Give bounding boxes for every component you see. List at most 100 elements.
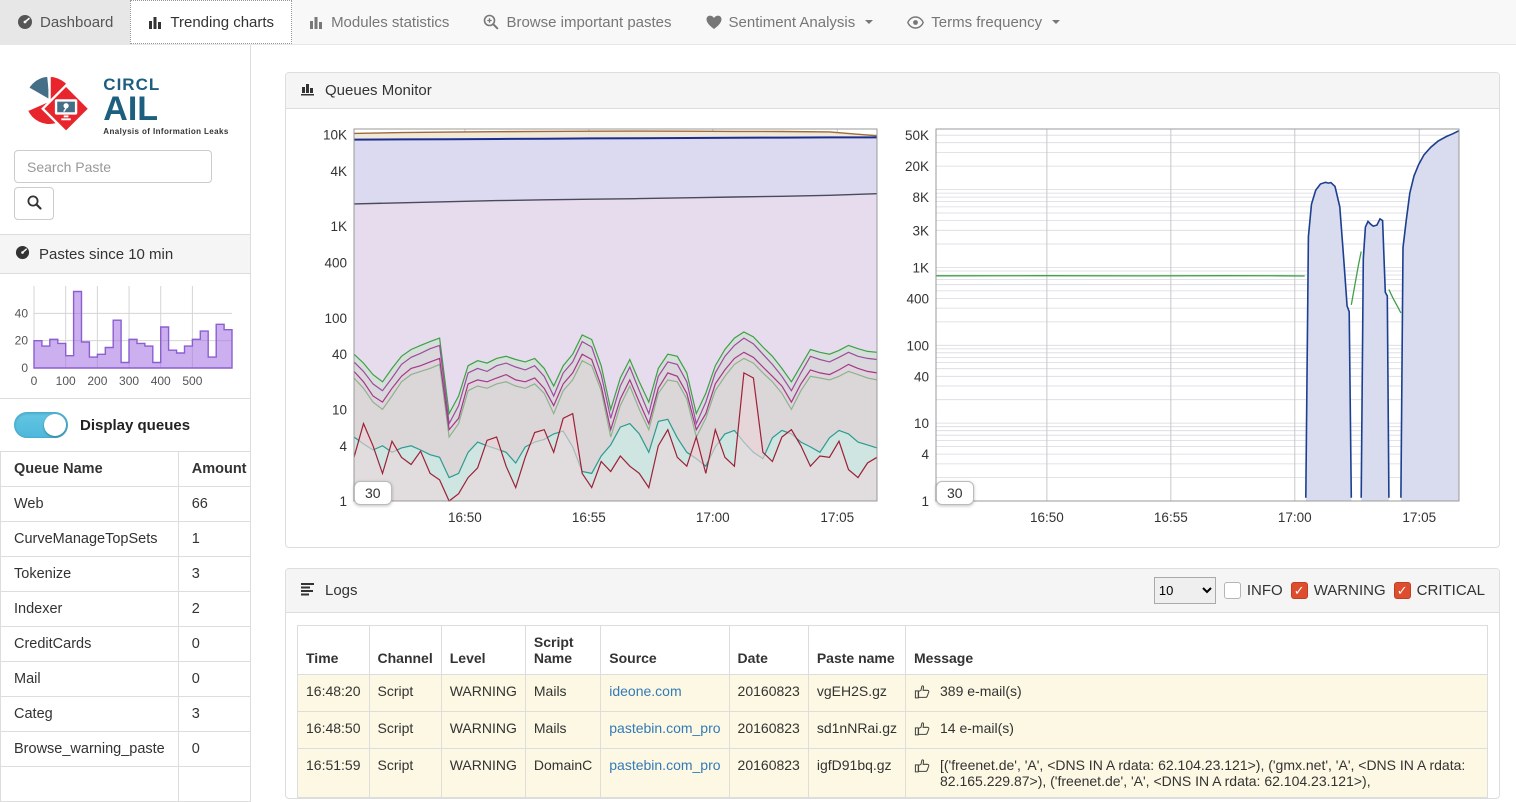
svg-text:100: 100 — [324, 311, 347, 326]
svg-text:16:55: 16:55 — [1154, 510, 1188, 525]
chevron-down-icon — [865, 20, 873, 24]
table-row: Categ3 — [1, 697, 252, 732]
table-row: Browse_warning_paste0 — [1, 732, 252, 767]
svg-text:16:50: 16:50 — [448, 510, 482, 525]
top-navbar: Dashboard Trending charts Modules statis… — [0, 0, 1516, 45]
checkbox-icon: ✓ — [1394, 582, 1411, 599]
search-button[interactable] — [14, 187, 54, 220]
svg-text:100: 100 — [906, 338, 929, 353]
svg-text:100: 100 — [56, 374, 76, 388]
log-time: 16:48:50 — [298, 712, 370, 749]
svg-text:50K: 50K — [905, 128, 929, 143]
queue-amount: 0 — [178, 732, 251, 767]
svg-text:4: 4 — [339, 439, 347, 454]
queue-name: Browse_warning_paste — [1, 732, 179, 767]
queue-table-header-name: Queue Name — [1, 452, 179, 487]
bar-chart-icon — [309, 15, 324, 30]
log-paste-name: igfD91bq.gz — [808, 749, 905, 798]
list-icon — [300, 582, 316, 600]
log-level: WARNING — [441, 749, 525, 798]
svg-text:300: 300 — [119, 374, 139, 388]
logs-table: Time Channel Level Script Name Source Da… — [297, 625, 1488, 798]
svg-text:10: 10 — [914, 416, 929, 431]
nav-tab-label: Modules statistics — [331, 14, 449, 31]
queue-amount: 1 — [178, 522, 251, 557]
thumbs-up-icon — [914, 757, 931, 777]
nav-tab-label: Trending charts — [170, 14, 274, 31]
search-plus-icon — [483, 14, 499, 30]
queue-amount: 0 — [178, 662, 251, 697]
logs-header: Level — [441, 626, 525, 675]
queue-name: Mail — [1, 662, 179, 697]
logs-title: Logs — [325, 582, 358, 599]
logs-header: Paste name — [808, 626, 905, 675]
nav-tab-label: Terms frequency — [931, 14, 1042, 31]
nav-tab-label: Browse important pastes — [506, 14, 671, 31]
search-paste-input[interactable] — [14, 150, 212, 183]
nav-tab-trending-charts[interactable]: Trending charts — [130, 0, 292, 44]
log-level: WARNING — [441, 675, 525, 712]
bar-chart-icon — [148, 15, 163, 30]
nav-tab-label: Sentiment Analysis — [729, 14, 856, 31]
log-channel: Script — [369, 675, 441, 712]
queue-name: Categ — [1, 697, 179, 732]
queue-name: Web — [1, 487, 179, 522]
svg-text:17:05: 17:05 — [820, 510, 854, 525]
queue-amount: 2 — [178, 592, 251, 627]
log-source-link[interactable]: pastebin.com_pro — [609, 720, 720, 736]
pastes-since-panel: Pastes since 10 min 01002003004005000204… — [0, 234, 250, 399]
right-chart-range-input[interactable]: 30 — [936, 481, 974, 505]
logo-tagline: Analysis of Information Leaks — [103, 127, 228, 136]
ail-logo-icon — [21, 71, 97, 140]
nav-tab-dashboard[interactable]: Dashboard — [0, 0, 130, 44]
svg-text:17:00: 17:00 — [696, 510, 730, 525]
log-paste-name: sd1nNRai.gz — [808, 712, 905, 749]
checkbox-info[interactable]: INFO — [1224, 582, 1283, 599]
queue-name: CreditCards — [1, 627, 179, 662]
pastes-mini-chart: 010020030040050002040 — [4, 276, 244, 398]
queue-name: Indexer — [1, 592, 179, 627]
log-channel: Script — [369, 749, 441, 798]
table-row: Indexer2 — [1, 592, 252, 627]
filter-label: INFO — [1247, 582, 1283, 599]
nav-tab-terms-frequency[interactable]: Terms frequency — [890, 0, 1077, 44]
display-queues-toggle[interactable] — [14, 412, 68, 438]
log-source-link[interactable]: ideone.com — [609, 683, 681, 699]
checkbox-icon: ✓ — [1291, 582, 1308, 599]
nav-tab-modules-statistics[interactable]: Modules statistics — [292, 0, 466, 44]
log-time: 16:48:20 — [298, 675, 370, 712]
logs-header: Channel — [369, 626, 441, 675]
logs-header: Script Name — [525, 626, 600, 675]
nav-tab-sentiment-analysis[interactable]: Sentiment Analysis — [689, 0, 891, 44]
queue-name: Tokenize — [1, 557, 179, 592]
svg-text:1K: 1K — [330, 219, 347, 234]
log-source-link[interactable]: pastebin.com_pro — [609, 757, 720, 773]
chevron-down-icon — [1052, 20, 1060, 24]
queue-name: CurveManageTopSets — [1, 522, 179, 557]
heart-icon — [706, 15, 722, 30]
nav-tab-browse-important-pastes[interactable]: Browse important pastes — [466, 0, 688, 44]
log-date: 20160823 — [729, 749, 808, 798]
table-row: 16:51:59 Script WARNING DomainC pastebin… — [298, 749, 1488, 798]
logo-product: AIL — [103, 95, 228, 124]
svg-text:10: 10 — [332, 402, 347, 417]
eye-icon — [907, 16, 924, 29]
queue-amount: 3 — [178, 557, 251, 592]
table-row: Web66 — [1, 487, 252, 522]
thumbs-up-icon — [914, 683, 931, 703]
svg-text:500: 500 — [182, 374, 202, 388]
checkbox-critical[interactable]: ✓ CRITICAL — [1394, 582, 1485, 599]
thumbs-up-icon — [914, 720, 931, 740]
checkbox-warning[interactable]: ✓ WARNING — [1291, 582, 1386, 599]
logs-page-size-select[interactable]: 10 — [1154, 577, 1216, 604]
svg-text:8K: 8K — [912, 190, 929, 205]
queues-size-chart: 16:5016:5517:0017:0550K20K8K3K1K40010040… — [894, 123, 1472, 527]
svg-text:40: 40 — [15, 306, 29, 320]
log-message: [('freenet.de', 'A', <DNS IN A rdata: 62… — [940, 757, 1479, 789]
log-message: 389 e-mail(s) — [940, 683, 1022, 699]
queues-monitor-title: Queues Monitor — [325, 82, 432, 99]
svg-text:4: 4 — [921, 447, 929, 462]
display-queues-label: Display queues — [80, 417, 190, 434]
left-chart-range-input[interactable]: 30 — [354, 481, 392, 505]
svg-text:400: 400 — [906, 291, 929, 306]
